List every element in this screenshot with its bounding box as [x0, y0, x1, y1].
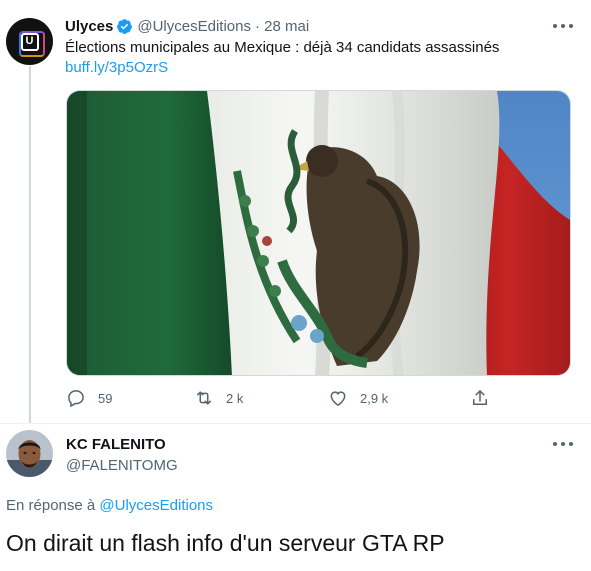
tweet-header: Ulyces @UlycesEditions · 28 mai	[65, 16, 309, 36]
like-count: 2,9 k	[360, 390, 389, 406]
verified-badge-icon	[117, 18, 133, 34]
tweet-date[interactable]: · 28 mai	[255, 18, 309, 35]
like-button[interactable]: 2,9 k	[328, 386, 388, 410]
author-name[interactable]: Ulyces	[65, 18, 113, 35]
thread-connector-line	[29, 66, 31, 424]
ulyces-logo-icon: U	[18, 30, 45, 57]
mexican-flag-photo-icon	[67, 91, 570, 375]
share-icon	[473, 390, 487, 405]
more-options-icon[interactable]	[553, 437, 573, 451]
retweet-icon	[197, 391, 211, 405]
tweet-link[interactable]: buff.ly/3p5OzrS	[65, 58, 168, 78]
reply-prefix: En réponse à	[6, 497, 96, 514]
reply-count: 59	[98, 390, 113, 406]
divider	[0, 423, 591, 424]
tweet-image[interactable]	[66, 90, 571, 376]
reply-mention-link[interactable]: @UlycesEditions	[99, 497, 213, 514]
share-button[interactable]	[470, 386, 490, 410]
tweet-actions: 59 2 k 2,9 k	[0, 386, 591, 410]
more-options-icon[interactable]	[553, 19, 573, 33]
retweet-button[interactable]: 2 k	[194, 386, 243, 410]
user-photo-icon	[6, 430, 53, 477]
author-name[interactable]: KC FALENITO	[66, 435, 166, 455]
avatar[interactable]: U	[6, 18, 53, 65]
tweet-text: Élections municipales au Mexique : déjà …	[65, 39, 500, 56]
reply-icon	[68, 390, 84, 408]
author-handle[interactable]: @FALENITOMG	[66, 456, 178, 476]
reply-button[interactable]: 59	[66, 386, 112, 410]
avatar[interactable]	[6, 430, 53, 477]
author-handle[interactable]: @UlycesEditions	[137, 18, 251, 35]
retweet-count: 2 k	[226, 390, 244, 406]
reply-text: On dirait un flash info d'un serveur GTA…	[6, 530, 445, 556]
heart-icon	[330, 391, 346, 406]
reply-context: En réponse à @UlycesEditions	[6, 496, 213, 516]
